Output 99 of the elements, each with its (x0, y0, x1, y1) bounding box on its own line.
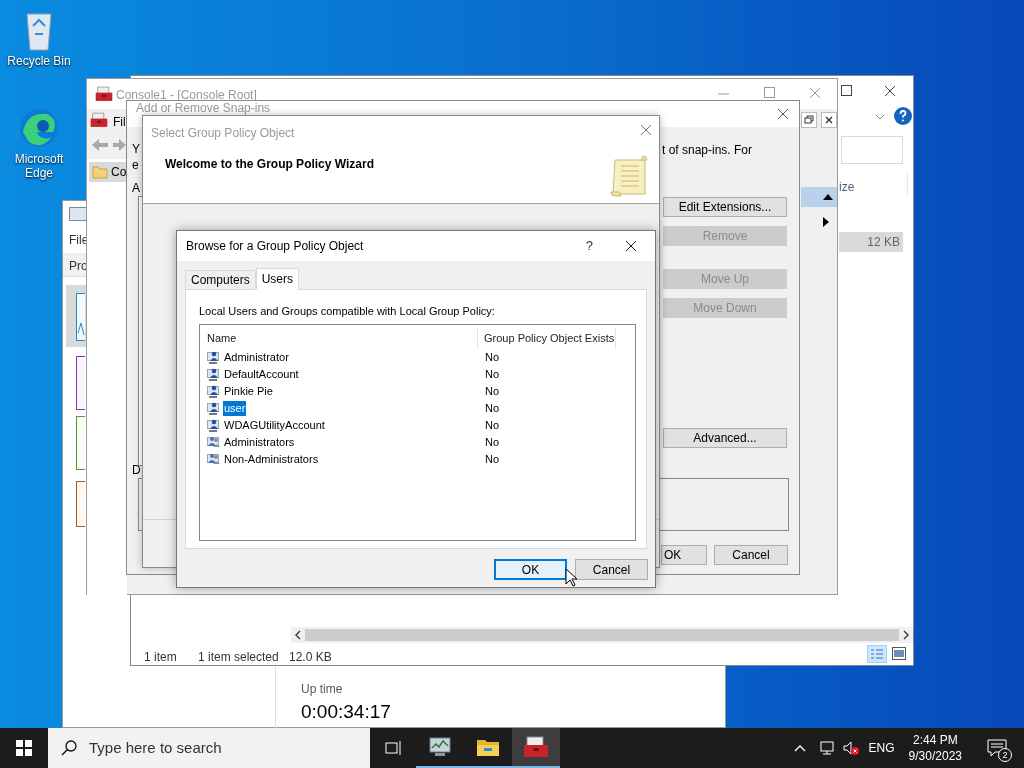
file-size-cell: 12 KB (839, 232, 903, 252)
taskbar-app[interactable] (512, 728, 560, 768)
search-icon (61, 740, 77, 756)
gpo-exists-cell-text: No (484, 383, 500, 399)
expand-arrow-icon[interactable] (823, 217, 829, 227)
scrollbar-thumb[interactable] (305, 629, 899, 641)
list-label: A (132, 180, 140, 197)
account-name[interactable]: WDAGUtilityAccount (223, 417, 326, 433)
status-text: 12.0 KB (289, 649, 332, 666)
account-name[interactable]: Non-Administrators (223, 451, 320, 467)
account-name[interactable]: Administrators (223, 434, 296, 450)
gpo-exists-cell-text: No (484, 366, 500, 382)
status-text: 1 item (144, 649, 177, 666)
language-indicator[interactable]: ENG (868, 739, 895, 757)
instruction-text: t of snap-ins. For (662, 142, 753, 159)
desktop-icon[interactable]: Recycle Bin (4, 8, 74, 68)
account-name[interactable]: user (223, 400, 247, 416)
search-field[interactable]: Type here to search (48, 728, 370, 768)
wizard-heading: Welcome to the Group Policy Wizard (165, 156, 375, 173)
gpo-exists-cell-text: No (484, 400, 500, 416)
notification-count: 2 (998, 748, 1012, 762)
dialog-button[interactable]: Edit Extensions... (663, 197, 787, 217)
gpo-exists-cell-text: No (484, 434, 500, 450)
clock[interactable]: 2:44 PM 9/30/2023 (908, 732, 962, 764)
gpo-exists-cell-text: No (484, 349, 500, 365)
group-icon (206, 434, 222, 450)
gpo-exists-cell-text: No (484, 451, 500, 467)
memory-thumbnail[interactable] (76, 356, 85, 410)
close-icon[interactable] (821, 112, 837, 128)
menu-item[interactable]: Fil (113, 113, 126, 131)
cancel-button[interactable]: Cancel (575, 559, 648, 580)
dialog-title: Add or Remove Snap-ins (136, 102, 271, 115)
ok-button[interactable]: OK (661, 545, 707, 565)
collapse-icon[interactable] (823, 194, 833, 200)
user-icon (206, 366, 222, 382)
icon-label: Recycle Bin (7, 54, 71, 68)
chevron-up-icon[interactable] (793, 744, 806, 752)
user-icon (206, 349, 222, 365)
restore-icon[interactable] (801, 112, 817, 128)
message-icon (987, 739, 1007, 757)
cpu-graph-icon (76, 293, 85, 341)
graph-icon (69, 207, 87, 221)
monitor-chart-icon (428, 736, 452, 758)
dialog-title: Select Group Policy Object (151, 125, 295, 142)
help-icon[interactable] (894, 107, 912, 125)
task-view-icon (385, 740, 403, 756)
description-label: D (132, 462, 141, 479)
folder-icon (476, 737, 500, 757)
notifications-button[interactable]: 2 (982, 728, 1012, 768)
large-icons-view-icon[interactable] (892, 647, 906, 660)
gpo-exists-cell-text: No (484, 417, 500, 433)
dialog-button[interactable]: Advanced... (663, 428, 787, 448)
instruction-text: e (132, 157, 139, 174)
mouse-pointer-icon (565, 568, 577, 587)
network-thumbnail[interactable] (76, 481, 85, 527)
users-list[interactable]: Name Group Policy Object Exists Administrator No DefaultAccount No Pinkie Pie No user No WDAGUtilityAccount No Administrators No Non-Administrators No (199, 323, 636, 541)
help-button[interactable]: ? (585, 236, 593, 256)
forward-arrow-icon[interactable] (113, 137, 127, 153)
toolbox-icon (95, 86, 113, 102)
chevron-down-icon[interactable] (875, 114, 885, 120)
column-header[interactable]: ize (839, 178, 855, 196)
account-name[interactable]: Administrator (223, 349, 290, 365)
uptime-value: 0:00:34:17 (301, 700, 391, 724)
list-caption: Local Users and Groups compatible with Local Group Policy: (199, 304, 496, 319)
toolbox-icon (90, 112, 108, 128)
account-name[interactable]: Pinkie Pie (223, 383, 274, 399)
icon-label: Microsoft Edge (13, 152, 65, 180)
column-header[interactable]: Group Policy Object Exists (478, 327, 616, 349)
windows-logo-icon (16, 740, 32, 756)
user-icon (206, 417, 222, 433)
toolbox-icon (523, 736, 549, 758)
horizontal-scrollbar[interactable] (291, 627, 913, 643)
close-icon[interactable] (777, 108, 789, 120)
search-field[interactable] (841, 136, 903, 164)
desktop-icon[interactable]: Microsoft Edge (4, 106, 74, 180)
disk-thumbnail[interactable] (76, 416, 85, 470)
instruction-text: Y (132, 141, 140, 158)
network-icon[interactable] (818, 740, 835, 756)
muted-speaker-icon[interactable] (842, 740, 859, 756)
user-icon (206, 400, 222, 416)
tab[interactable]: Computers (185, 270, 256, 289)
uptime-label: Up time (301, 681, 343, 698)
folder-icon (92, 165, 108, 179)
close-icon[interactable] (884, 85, 896, 97)
tree-item[interactable]: Co (89, 162, 127, 182)
close-icon[interactable] (625, 240, 637, 252)
cancel-button[interactable]: Cancel (714, 545, 788, 565)
column-header[interactable]: Name (200, 327, 478, 349)
window-title: Console1 - [Console Root] (116, 87, 257, 103)
performance-thumbnail[interactable] (66, 285, 86, 347)
user-icon (206, 383, 222, 399)
group-icon (206, 451, 222, 467)
ok-button[interactable]: OK (494, 559, 567, 580)
edge-logo-icon (17, 106, 61, 150)
account-name[interactable]: DefaultAccount (223, 366, 300, 382)
dialog-title: Browse for a Group Policy Object (186, 238, 364, 255)
tab[interactable]: Users (255, 268, 300, 290)
maximize-icon[interactable] (841, 85, 852, 96)
status-text: 1 item selected (198, 649, 279, 666)
